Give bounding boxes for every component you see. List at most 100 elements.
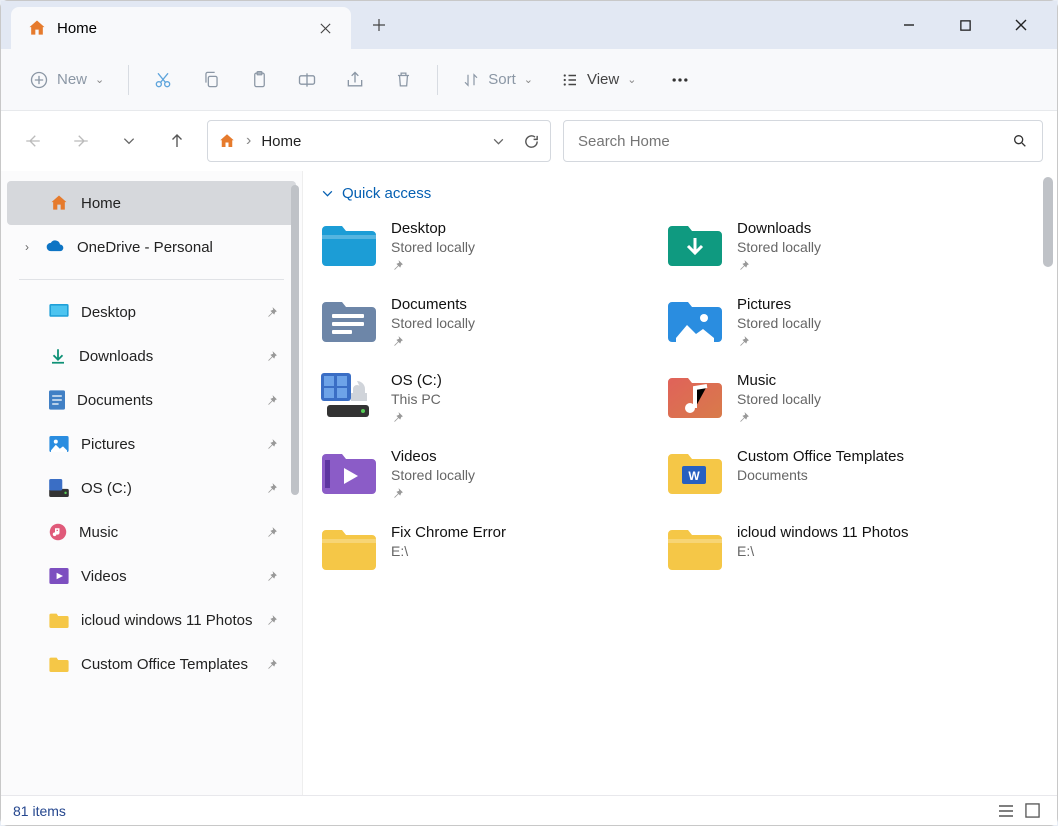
- sidebar-item[interactable]: Custom Office Templates: [1, 642, 302, 686]
- downloads-icon: [49, 347, 67, 365]
- sidebar-item[interactable]: Downloads: [1, 334, 302, 378]
- music-icon: [49, 523, 67, 541]
- pin-icon: [265, 350, 278, 363]
- close-window-button[interactable]: [993, 5, 1049, 45]
- section-quick-access[interactable]: Quick access: [321, 185, 1057, 202]
- quick-access-item[interactable]: Desktop Stored locally: [321, 220, 661, 272]
- sidebar-item[interactable]: Videos: [1, 554, 302, 598]
- recent-button[interactable]: [111, 123, 147, 159]
- maximize-button[interactable]: [937, 5, 993, 45]
- address-box[interactable]: › Home: [207, 120, 551, 162]
- sidebar-label: Videos: [81, 568, 127, 585]
- statusbar: 81 items: [1, 795, 1057, 825]
- item-name: Downloads: [737, 220, 821, 237]
- item-location: E:\: [737, 543, 909, 559]
- pin-icon: [737, 411, 821, 424]
- forward-button[interactable]: [63, 123, 99, 159]
- paste-button[interactable]: [239, 60, 279, 100]
- minimize-button[interactable]: [881, 5, 937, 45]
- quick-access-item[interactable]: Fix Chrome Error E:\: [321, 524, 661, 572]
- pictures-icon: [49, 436, 69, 452]
- folder-icon: [321, 372, 377, 420]
- rename-button[interactable]: [287, 60, 327, 100]
- item-name: Videos: [391, 448, 475, 465]
- sidebar-item[interactable]: icloud windows 11 Photos: [1, 598, 302, 642]
- sidebar-label: Music: [79, 524, 118, 541]
- sidebar-label: Pictures: [81, 436, 135, 453]
- item-location: Stored locally: [737, 239, 821, 255]
- toolbar: New ⌄ Sort ⌄ View ⌄: [1, 49, 1057, 111]
- documents-icon: [49, 390, 65, 410]
- pin-icon: [265, 570, 278, 583]
- item-location: E:\: [391, 543, 506, 559]
- sidebar-label: Downloads: [79, 348, 153, 365]
- desktop-icon: [49, 304, 69, 320]
- quick-access-item[interactable]: DocumentsStored locally: [321, 296, 661, 348]
- delete-button[interactable]: [383, 60, 423, 100]
- details-view-button[interactable]: [993, 800, 1019, 822]
- search-input[interactable]: [578, 133, 1012, 150]
- tab-home[interactable]: Home: [11, 7, 351, 49]
- item-name: icloud windows 11 Photos: [737, 524, 909, 541]
- quick-access-item[interactable]: WCustom Office TemplatesDocuments: [667, 448, 1007, 500]
- divider: [128, 65, 129, 95]
- pin-icon: [265, 658, 278, 671]
- quick-access-item[interactable]: Downloads Stored locally: [667, 220, 1007, 272]
- pin-icon: [737, 335, 821, 348]
- quick-access-item[interactable]: PicturesStored locally: [667, 296, 1007, 348]
- sidebar-label: Documents: [77, 392, 153, 409]
- folder-icon: [321, 296, 377, 344]
- svg-text:W: W: [688, 469, 700, 483]
- item-location: Stored locally: [737, 315, 821, 331]
- sidebar-item[interactable]: OS (C:): [1, 466, 302, 510]
- folder-icon: W: [667, 448, 723, 496]
- item-name: Desktop: [391, 220, 475, 237]
- sort-button[interactable]: Sort ⌄: [452, 60, 543, 100]
- sidebar-label: Home: [81, 195, 121, 212]
- scrollbar[interactable]: [291, 185, 299, 495]
- refresh-button[interactable]: [523, 133, 540, 150]
- item-location: This PC: [391, 391, 442, 407]
- view-button[interactable]: View ⌄: [551, 60, 646, 100]
- item-name: Fix Chrome Error: [391, 524, 506, 541]
- search-icon[interactable]: [1012, 133, 1028, 149]
- sidebar-home[interactable]: Home: [7, 181, 296, 225]
- more-button[interactable]: [660, 60, 700, 100]
- quick-access-item[interactable]: OS (C:) This PC: [321, 372, 661, 424]
- pin-icon: [265, 306, 278, 319]
- item-count: 81 items: [13, 803, 66, 819]
- home-icon: [218, 132, 236, 150]
- chevron-right-icon[interactable]: ›: [25, 240, 29, 254]
- address-text: Home: [261, 133, 482, 150]
- sidebar-onedrive[interactable]: › OneDrive - Personal: [1, 225, 302, 269]
- back-button[interactable]: [15, 123, 51, 159]
- chevron-down-icon: ⌄: [627, 73, 636, 86]
- chevron-down-icon: ⌄: [95, 73, 104, 86]
- address-bar-row: › Home: [1, 111, 1057, 171]
- quick-access-item[interactable]: VideosStored locally: [321, 448, 661, 500]
- chevron-down-icon[interactable]: [492, 135, 505, 148]
- scrollbar[interactable]: [1043, 177, 1053, 267]
- folder-icon: [667, 524, 723, 572]
- titlebar: Home: [1, 1, 1057, 49]
- new-button[interactable]: New ⌄: [19, 60, 114, 100]
- item-name: OS (C:): [391, 372, 442, 389]
- sidebar-item[interactable]: Pictures: [1, 422, 302, 466]
- sidebar-item[interactable]: Music: [1, 510, 302, 554]
- close-tab-icon[interactable]: [311, 14, 339, 42]
- copy-button[interactable]: [191, 60, 231, 100]
- pin-icon: [265, 614, 278, 627]
- quick-access-item[interactable]: MusicStored locally: [667, 372, 1007, 424]
- sidebar-label: Desktop: [81, 304, 136, 321]
- share-button[interactable]: [335, 60, 375, 100]
- search-box[interactable]: [563, 120, 1043, 162]
- new-tab-button[interactable]: [359, 5, 399, 45]
- up-button[interactable]: [159, 123, 195, 159]
- sidebar-item[interactable]: Desktop: [1, 290, 302, 334]
- divider: [437, 65, 438, 95]
- tiles-view-button[interactable]: [1019, 800, 1045, 822]
- sidebar-item[interactable]: Documents: [1, 378, 302, 422]
- quick-access-item[interactable]: icloud windows 11 Photos E:\: [667, 524, 1007, 572]
- item-location: Stored locally: [391, 239, 475, 255]
- cut-button[interactable]: [143, 60, 183, 100]
